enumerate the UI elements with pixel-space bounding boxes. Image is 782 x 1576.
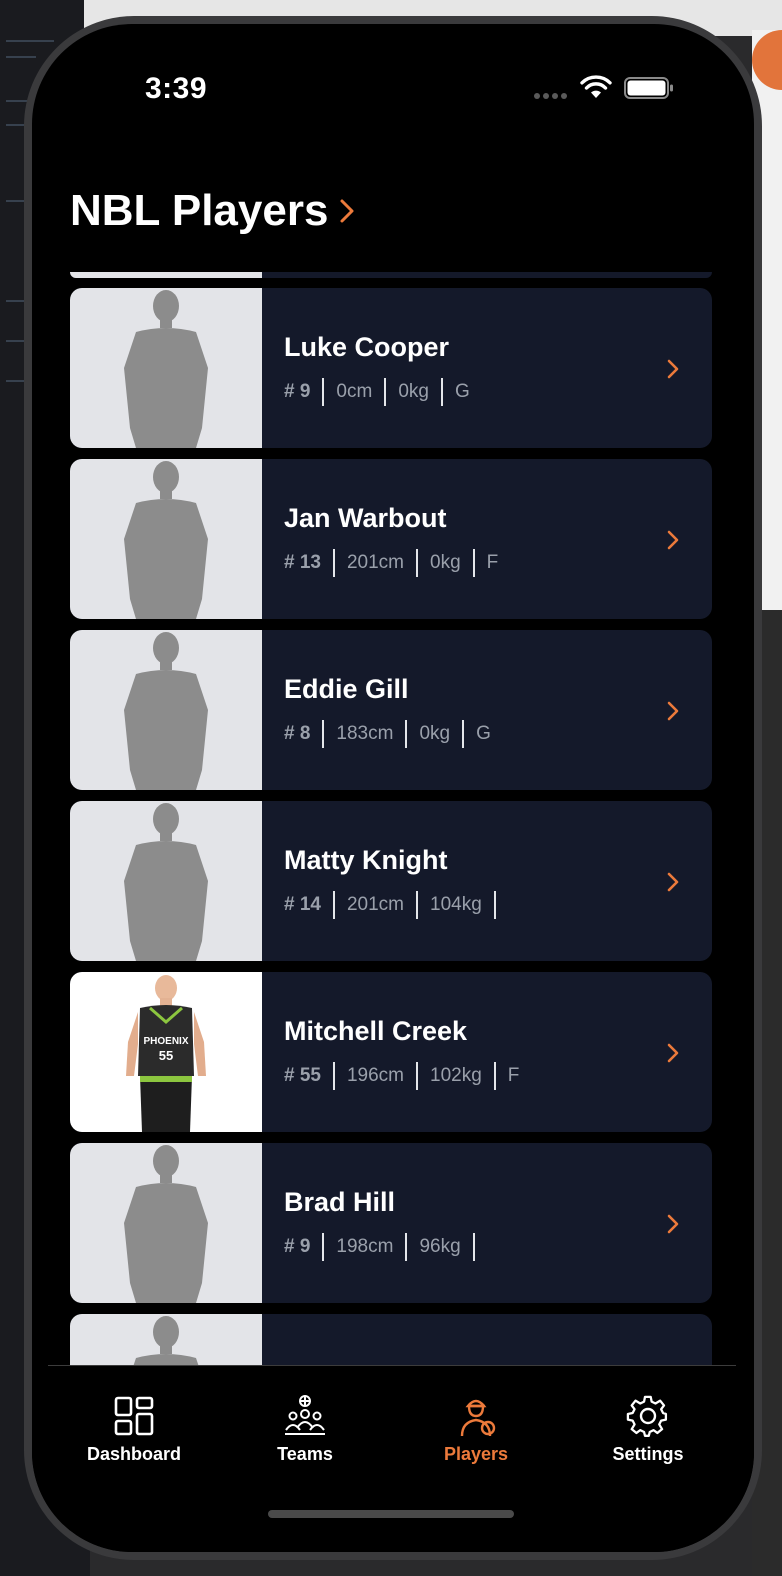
- divider: [332, 1062, 335, 1090]
- battery-icon: [624, 77, 673, 99]
- divider: [462, 720, 465, 748]
- player-number: # 13: [284, 552, 321, 573]
- tab-label: Players: [443, 1444, 509, 1464]
- divider: [416, 549, 419, 577]
- svg-text:55: 55: [159, 1048, 173, 1063]
- tab-teams[interactable]: Teams: [235, 1394, 375, 1465]
- player-position: F: [507, 1065, 520, 1086]
- player-placeholder-avatar: [70, 288, 262, 448]
- players-icon: [460, 1399, 496, 1437]
- gear-icon: [626, 1395, 668, 1437]
- divider: [322, 720, 325, 748]
- player-card[interactable]: Matty Knight # 14 201cm 104kg: [70, 801, 712, 961]
- player-placeholder-avatar: [70, 630, 262, 790]
- player-name: Jan Warbout: [284, 503, 447, 533]
- player-height: 0cm: [336, 381, 373, 402]
- players-list[interactable]: Luke Cooper # 9 0cm 0kg G Jan Warbout # …: [32, 272, 754, 1365]
- player-name: Mitchell Creek: [284, 1016, 468, 1046]
- page-title[interactable]: NBL Players: [70, 186, 356, 236]
- player-number: # 9: [284, 381, 311, 402]
- divider: [493, 891, 496, 919]
- player-weight: 96kg: [419, 1236, 461, 1257]
- player-position: F: [486, 552, 499, 573]
- chevron-right-icon: [667, 1043, 679, 1063]
- tab-label: Dashboard: [86, 1444, 182, 1464]
- chevron-right-icon: [667, 872, 679, 892]
- player-photo: PHOENIX 55: [70, 972, 262, 1132]
- player-number: # 55: [284, 1065, 321, 1086]
- player-placeholder-avatar: [70, 801, 262, 961]
- player-placeholder-avatar: [70, 1143, 262, 1303]
- player-card[interactable]: Brad Hill # 9 198cm 96kg: [70, 1143, 712, 1303]
- player-number: # 14: [284, 894, 321, 915]
- dashboard-icon: [114, 1396, 154, 1436]
- player-stats: # 8 183cm 0kg G: [284, 720, 491, 748]
- player-stats: # 9 0cm 0kg G: [284, 378, 470, 406]
- player-placeholder-avatar: [70, 1314, 262, 1365]
- status-time: 3:39: [145, 72, 208, 105]
- divider: [322, 1233, 325, 1261]
- divider: [416, 1062, 419, 1090]
- player-position: G: [476, 723, 491, 744]
- wifi-icon: [580, 75, 612, 98]
- divider: [332, 891, 335, 919]
- player-name: Luke Cooper: [284, 332, 450, 362]
- divider: [416, 891, 419, 919]
- divider: [332, 549, 335, 577]
- player-height: 198cm: [336, 1236, 394, 1257]
- divider: [322, 378, 325, 406]
- player-name: Brad Hill: [284, 1187, 396, 1217]
- chevron-right-icon: [667, 530, 679, 550]
- player-card[interactable]: Jan Warbout # 13 201cm 0kg F: [70, 459, 712, 619]
- player-stats: # 9 198cm 96kg: [284, 1233, 487, 1261]
- tab-label: Settings: [612, 1444, 684, 1464]
- page-title-text: NBL Players: [70, 186, 329, 235]
- divider: [405, 720, 408, 748]
- player-weight: 0kg: [430, 552, 461, 573]
- player-card[interactable]: Luke Cooper # 9 0cm 0kg G: [70, 288, 712, 448]
- cellular-signal-icon: [534, 93, 567, 99]
- phone-screen: 3:39 NBL Players Luke Cooper # 9 0cm 0kg…: [32, 24, 754, 1552]
- tab-settings[interactable]: Settings: [578, 1394, 718, 1465]
- player-card[interactable]: Eddie Gill # 8 183cm 0kg G: [70, 630, 712, 790]
- player-card[interactable]: PHOENIX 55 Mitchell Creek # 55 196cm 102…: [70, 972, 712, 1132]
- tab-bar: Dashboard Teams Players Settings: [32, 1366, 754, 1552]
- chevron-right-icon: [667, 1214, 679, 1234]
- divider: [493, 1062, 496, 1090]
- tab-dashboard[interactable]: Dashboard: [64, 1394, 204, 1465]
- player-number: # 9: [284, 1236, 311, 1257]
- player-weight: 0kg: [419, 723, 451, 744]
- divider: [440, 378, 443, 406]
- chevron-right-icon: [340, 199, 354, 223]
- player-stats: # 14 201cm 104kg: [284, 891, 508, 919]
- divider: [384, 378, 387, 406]
- player-placeholder-avatar: [70, 459, 262, 619]
- divider: [472, 1233, 475, 1261]
- player-height: 201cm: [346, 552, 405, 573]
- player-weight: 0kg: [398, 381, 429, 402]
- chevron-right-icon: [667, 359, 679, 379]
- chevron-right-icon: [667, 701, 679, 721]
- tab-players[interactable]: Players: [406, 1394, 546, 1465]
- home-indicator[interactable]: [268, 1510, 514, 1518]
- player-card-partial[interactable]: [70, 272, 712, 278]
- player-height: 196cm: [346, 1065, 405, 1086]
- player-weight: 104kg: [430, 894, 482, 915]
- teams-icon: [285, 1395, 325, 1435]
- player-weight: 102kg: [430, 1065, 482, 1086]
- divider: [472, 549, 475, 577]
- svg-text:PHOENIX: PHOENIX: [143, 1036, 188, 1047]
- player-card-partial[interactable]: [70, 1314, 712, 1365]
- player-position: G: [454, 381, 470, 402]
- player-stats: # 13 201cm 0kg F: [284, 549, 498, 577]
- player-height: 183cm: [336, 723, 394, 744]
- player-number: # 8: [284, 723, 311, 744]
- player-stats: # 55 196cm 102kg F: [284, 1062, 519, 1090]
- tab-label: Teams: [277, 1444, 333, 1464]
- player-name: Eddie Gill: [284, 674, 409, 704]
- player-name: Matty Knight: [284, 845, 448, 875]
- player-height: 201cm: [346, 894, 405, 915]
- divider: [405, 1233, 408, 1261]
